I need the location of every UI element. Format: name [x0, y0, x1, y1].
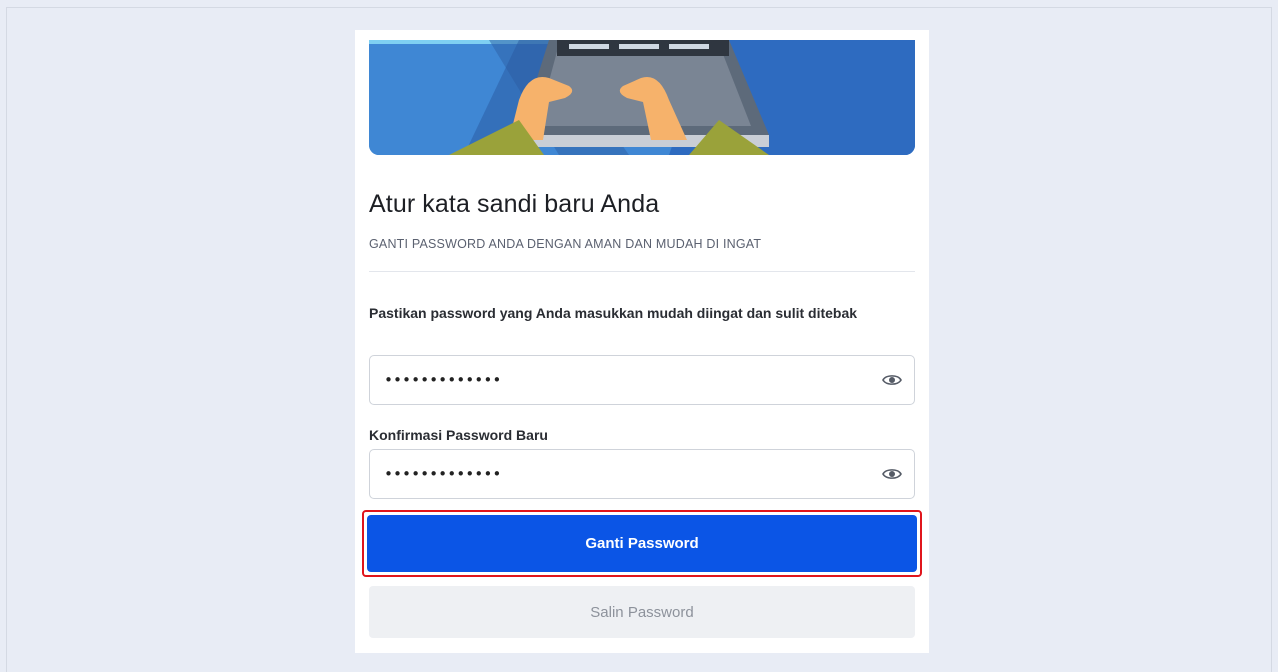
eye-icon[interactable] [882, 371, 902, 389]
eye-icon[interactable] [882, 465, 902, 483]
new-password-field [369, 355, 915, 405]
copy-password-button[interactable]: Salin Password [369, 586, 915, 638]
new-password-label: Pastikan password yang Anda masukkan mud… [369, 305, 858, 321]
confirm-password-field [369, 449, 915, 499]
new-password-input[interactable] [384, 356, 854, 404]
page-title: Atur kata sandi baru Anda [369, 190, 660, 218]
reset-password-card: Atur kata sandi baru Anda GANTI PASSWORD… [355, 30, 929, 653]
hero-illustration [369, 40, 915, 155]
change-password-button[interactable]: Ganti Password [367, 515, 917, 572]
divider [369, 271, 915, 272]
page-subtitle: GANTI PASSWORD ANDA DENGAN AMAN DAN MUDA… [369, 237, 762, 251]
confirm-password-label: Konfirmasi Password Baru [369, 427, 548, 443]
highlight-frame: Ganti Password [362, 510, 922, 577]
confirm-password-input[interactable] [384, 450, 854, 498]
